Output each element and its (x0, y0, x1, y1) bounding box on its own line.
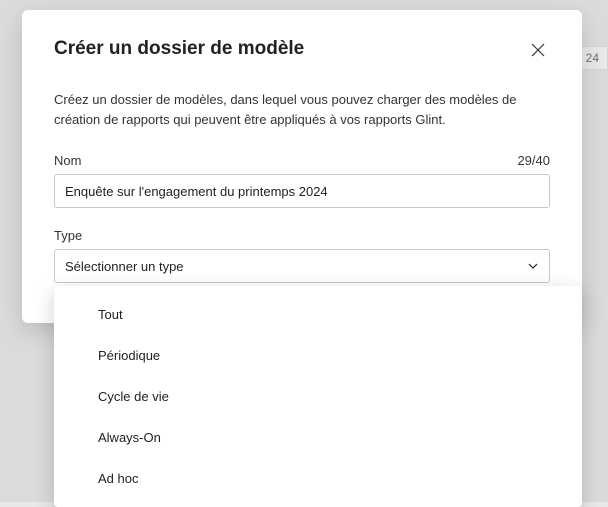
dropdown-option-tout[interactable]: Tout (54, 294, 582, 335)
chevron-down-icon (527, 260, 539, 272)
name-char-count: 29/40 (517, 153, 550, 168)
name-label: Nom (54, 153, 81, 168)
name-input[interactable] (54, 174, 550, 208)
type-label: Type (54, 228, 550, 243)
name-field-row: Nom 29/40 (54, 153, 550, 168)
dropdown-option-periodique[interactable]: Périodique (54, 335, 582, 376)
modal-description: Créez un dossier de modèles, dans lequel… (54, 90, 550, 129)
type-select[interactable]: Sélectionner un type (54, 249, 550, 283)
modal-header: Créer un dossier de modèle (54, 38, 550, 62)
type-select-placeholder: Sélectionner un type (65, 259, 184, 274)
dropdown-option-always-on[interactable]: Always-On (54, 417, 582, 458)
modal-title: Créer un dossier de modèle (54, 38, 304, 60)
dropdown-option-ad-hoc[interactable]: Ad hoc (54, 458, 582, 499)
close-icon (531, 43, 545, 57)
create-template-folder-modal: Créer un dossier de modèle Créez un doss… (22, 10, 582, 323)
dropdown-option-cycle-de-vie[interactable]: Cycle de vie (54, 376, 582, 417)
type-dropdown: Tout Périodique Cycle de vie Always-On A… (54, 286, 582, 507)
close-button[interactable] (526, 38, 550, 62)
